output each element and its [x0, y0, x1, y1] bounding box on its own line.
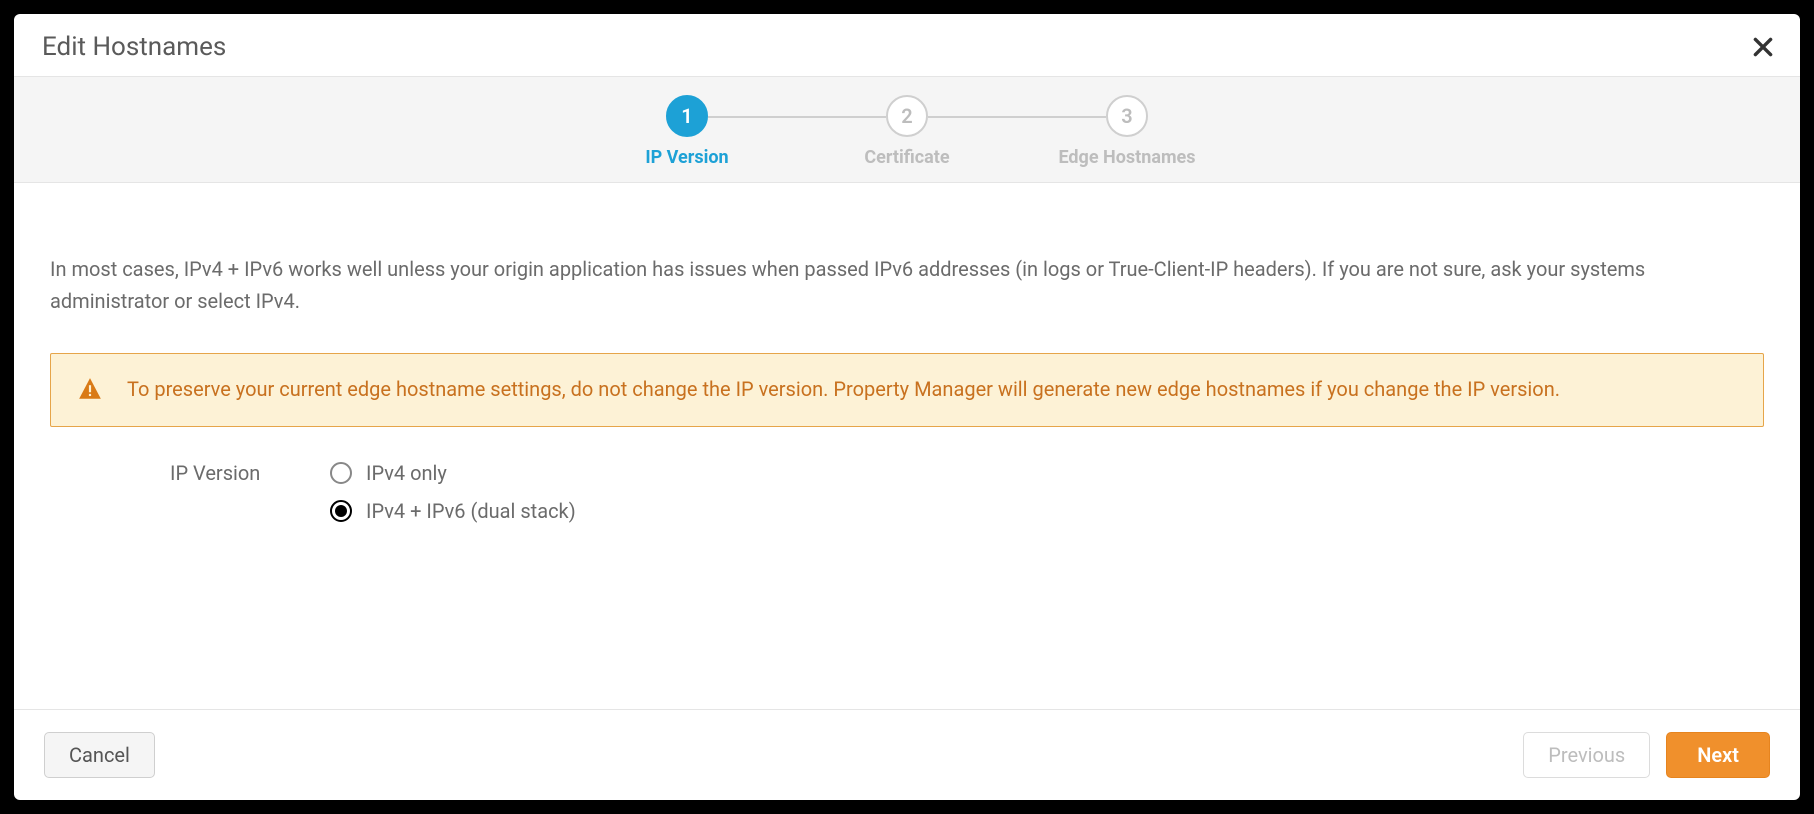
next-button[interactable]: Next [1666, 732, 1770, 778]
warning-alert: To preserve your current edge hostname s… [50, 353, 1764, 427]
ip-version-radio-group: IPv4 only IPv4 + IPv6 (dual stack) [330, 461, 576, 523]
step-number: 1 [666, 95, 708, 137]
edit-hostnames-modal: Edit Hostnames 1 IP Version [14, 14, 1800, 800]
modal-footer: Cancel Previous Next [14, 709, 1800, 800]
warning-text: To preserve your current edge hostname s… [127, 374, 1560, 405]
radio-icon [330, 500, 352, 522]
intro-text: In most cases, IPv4 + IPv6 works well un… [50, 253, 1764, 317]
ip-version-label: IP Version [50, 461, 330, 485]
warning-icon [77, 376, 103, 406]
step-ip-version[interactable]: 1 IP Version [577, 95, 797, 168]
radio-ipv4-only[interactable]: IPv4 only [330, 461, 576, 485]
radio-icon [330, 462, 352, 484]
step-certificate[interactable]: 2 Certificate [797, 95, 1017, 168]
radio-label: IPv4 only [366, 461, 447, 485]
radio-label: IPv4 + IPv6 (dual stack) [366, 499, 576, 523]
modal-title: Edit Hostnames [42, 32, 226, 62]
cancel-button[interactable]: Cancel [44, 732, 155, 778]
wizard-stepper: 1 IP Version 2 Certificate 3 Edge Hostna… [14, 77, 1800, 183]
step-label: Certificate [864, 147, 949, 168]
ip-version-field: IP Version IPv4 only IPv4 + IPv6 (dual s… [50, 461, 1764, 523]
step-number: 2 [886, 95, 928, 137]
close-icon [1750, 34, 1776, 60]
close-button[interactable] [1750, 34, 1776, 60]
step-label: IP Version [645, 147, 728, 168]
modal-header: Edit Hostnames [14, 14, 1800, 77]
radio-ipv4-ipv6-dual[interactable]: IPv4 + IPv6 (dual stack) [330, 499, 576, 523]
step-edge-hostnames[interactable]: 3 Edge Hostnames [1017, 95, 1237, 168]
step-label: Edge Hostnames [1058, 147, 1195, 168]
step-number: 3 [1106, 95, 1148, 137]
previous-button[interactable]: Previous [1523, 732, 1650, 778]
modal-body: In most cases, IPv4 + IPv6 works well un… [14, 183, 1800, 709]
